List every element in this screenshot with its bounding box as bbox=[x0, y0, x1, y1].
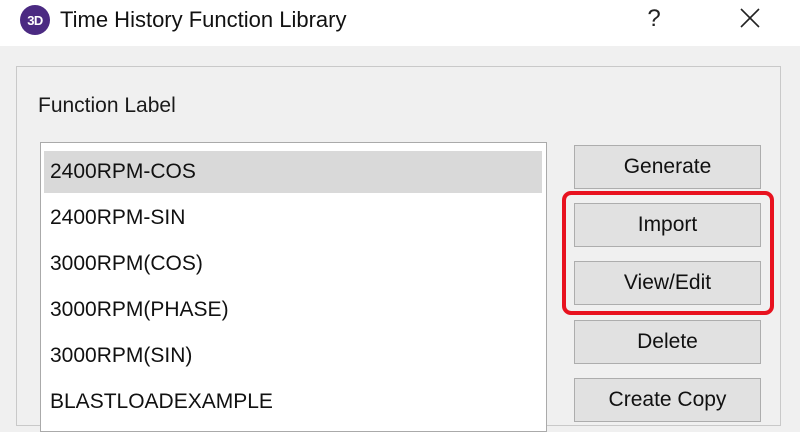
list-item[interactable]: 3000RPM(SIN) bbox=[44, 335, 542, 377]
list-item[interactable]: 3000RPM(PHASE) bbox=[44, 289, 542, 331]
close-icon bbox=[740, 8, 760, 28]
function-list[interactable]: 2400RPM-COS 2400RPM-SIN 3000RPM(COS) 300… bbox=[40, 142, 547, 432]
highlight-box bbox=[562, 191, 774, 315]
list-item[interactable]: BLASTLOADEXAMPLE bbox=[44, 381, 542, 423]
close-button[interactable] bbox=[730, 2, 770, 38]
list-item[interactable]: 2400RPM-COS bbox=[44, 151, 542, 193]
help-button[interactable]: ? bbox=[636, 2, 672, 38]
title-bar: 3D Time History Function Library ? bbox=[0, 0, 800, 46]
window-title: Time History Function Library bbox=[60, 7, 347, 32]
list-item[interactable]: 2400RPM-SIN bbox=[44, 197, 542, 239]
function-label-heading: Function Label bbox=[38, 94, 176, 117]
generate-button[interactable]: Generate bbox=[574, 145, 761, 189]
list-item[interactable]: 3000RPM(COS) bbox=[44, 243, 542, 285]
app-logo-icon: 3D bbox=[20, 5, 50, 35]
delete-button[interactable]: Delete bbox=[574, 320, 761, 364]
create-copy-button[interactable]: Create Copy bbox=[574, 378, 761, 422]
